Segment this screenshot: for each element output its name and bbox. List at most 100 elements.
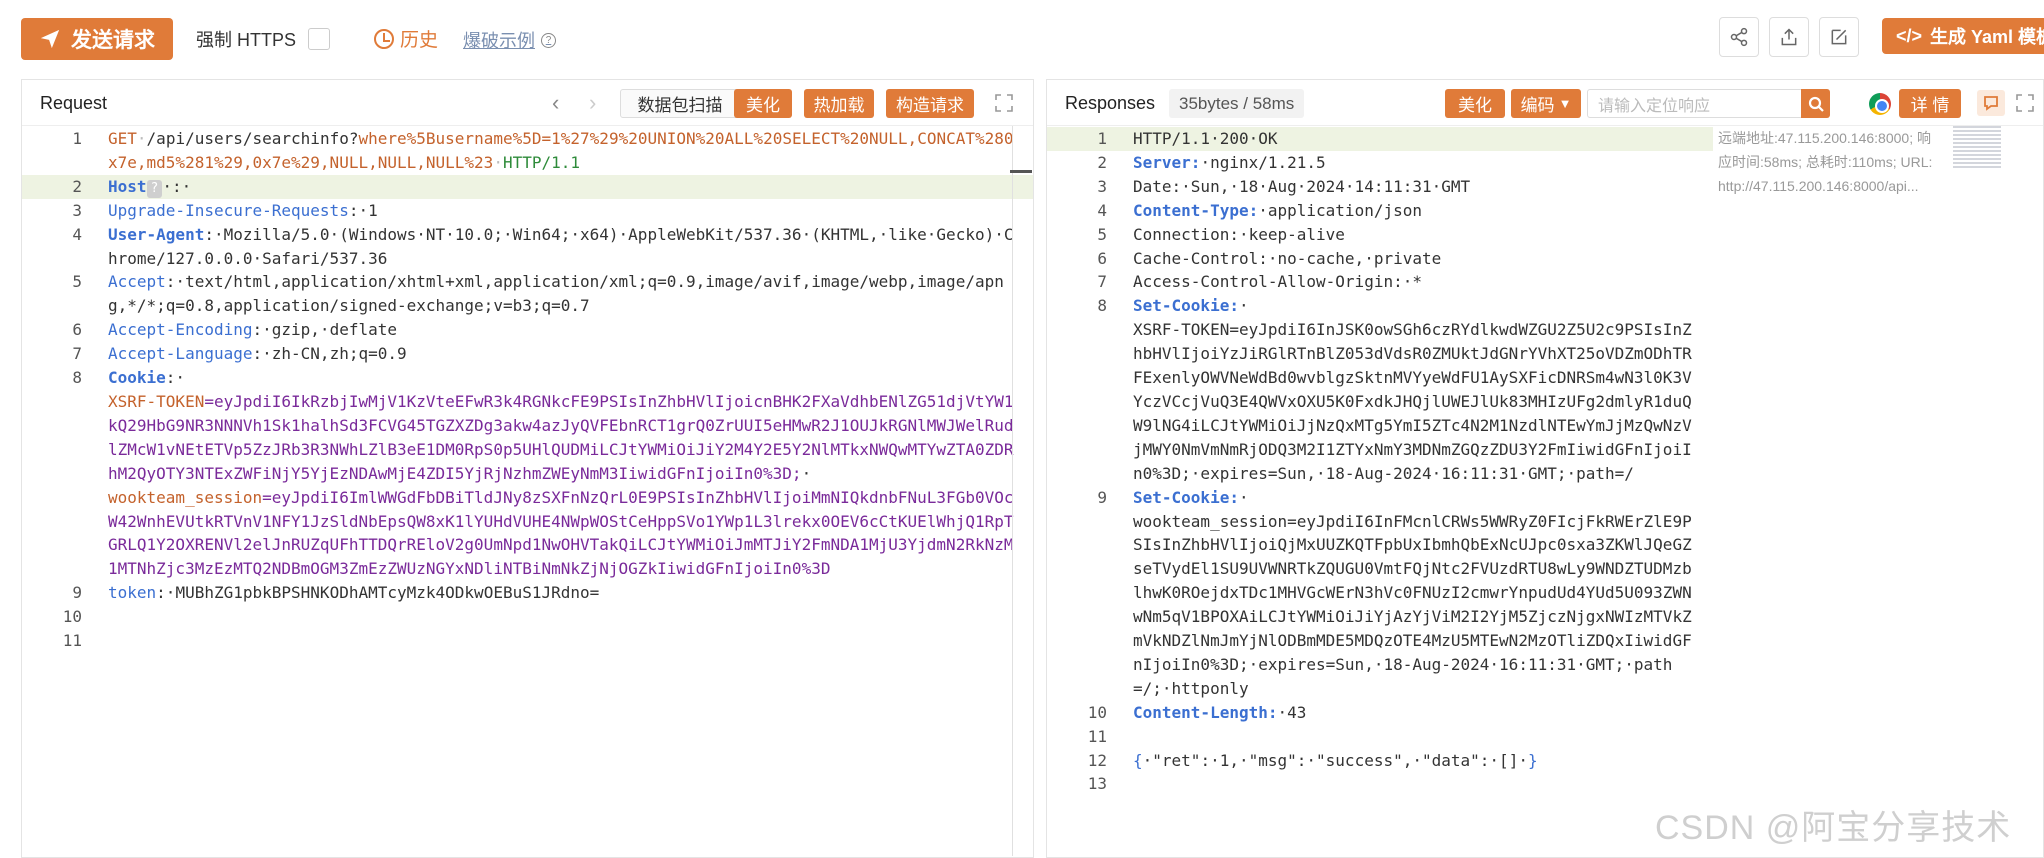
request-code-line[interactable]: 2 Host? ·:·	[22, 174, 1033, 199]
request-scrollbar-track[interactable]	[1012, 126, 1013, 856]
request-code-line[interactable]: 10	[22, 605, 1033, 629]
request-beautify-button[interactable]: 美化	[734, 89, 792, 118]
response-beautify-button[interactable]: 美化	[1445, 89, 1505, 118]
response-code-line[interactable]: 13	[1047, 772, 1713, 796]
detail-button[interactable]: 详 情	[1899, 89, 1961, 118]
watermark: CSDN @阿宝分享技术	[1655, 809, 2012, 847]
response-minimap[interactable]	[1953, 126, 2001, 170]
line-content: GET·/api/users/searchinfo?where%5Buserna…	[108, 127, 1033, 175]
request-code-line[interactable]: 11	[22, 629, 1033, 653]
send-request-button[interactable]: 发送请求	[21, 18, 173, 60]
request-code-line[interactable]: 4 User-Agent:·Mozilla/5.0·(Windows·NT·10.…	[22, 223, 1033, 271]
expand-request-button[interactable]	[994, 93, 1014, 113]
code-token: /api/users/searchinfo?	[146, 129, 359, 148]
code-token: ·	[801, 463, 812, 483]
code-token: Cookie	[108, 368, 166, 388]
force-https-label: 强制 HTTPS	[196, 30, 297, 50]
response-code-line[interactable]: 5 Connection:·keep-alive	[1047, 223, 1713, 247]
comment-button[interactable]	[1977, 90, 2005, 116]
code-token: Content-Type:	[1133, 200, 1259, 220]
code-token: }	[1527, 750, 1538, 770]
request-scrollbar-thumb[interactable]	[1010, 170, 1032, 173]
line-content: Cache-Control:·no-cache,·private	[1133, 247, 1713, 271]
request-code-line[interactable]: 7 Accept-Language:·zh-CN,zh;q=0.9	[22, 342, 1033, 366]
line-number: 11	[1087, 726, 1107, 746]
line-number: 4	[1097, 200, 1107, 220]
response-code-line[interactable]: 8 Set-Cookie:· XSRF-TOKEN=eyJpdiI6InJSK0o…	[1047, 294, 1713, 485]
generate-yaml-button[interactable]: </> 生成 Yaml 模板	[1882, 18, 2044, 54]
line-number: 3	[1097, 176, 1107, 196]
line-number: 7	[1097, 272, 1107, 292]
force-https-toggle[interactable]: 强制 HTTPS	[196, 26, 331, 52]
hot-load-button[interactable]: 热加载	[804, 89, 874, 118]
response-code-line[interactable]: 12 {·"ret":·1,·"msg":·"success",·"data":·…	[1047, 749, 1713, 773]
chevron-left-icon[interactable]: ‹	[552, 90, 559, 116]
response-code-line[interactable]: 11	[1047, 725, 1713, 749]
code-token: ·:·	[162, 176, 192, 196]
code-token: Accept	[108, 272, 166, 292]
request-code-line[interactable]: 6 Accept-Encoding:·gzip,·deflate	[22, 318, 1033, 342]
code-token: ·43	[1277, 702, 1307, 722]
locate-response-input[interactable]: 请输入定位响应	[1587, 89, 1803, 118]
response-code-line[interactable]: 9 Set-Cookie:· wookteam_session=eyJpdiI6I…	[1047, 486, 1713, 701]
edit-icon	[1831, 29, 1847, 45]
response-code-line[interactable]: 6 Cache-Control:·no-cache,·private	[1047, 247, 1713, 271]
request-code-line[interactable]: 5 Accept:·text/html,application/xhtml+xml…	[22, 270, 1033, 318]
response-code-line[interactable]: 1 HTTP/1.1·200·OK	[1047, 127, 1713, 151]
response-editor[interactable]: 1 HTTP/1.1·200·OK 2 Server:·nginx/1.21.5 3 Da…	[1047, 127, 1713, 857]
line-number: 8	[72, 368, 82, 388]
line-content: Connection:·keep-alive	[1133, 223, 1713, 247]
response-code-line[interactable]: 4 Content-Type:·application/json	[1047, 199, 1713, 223]
share-button[interactable]	[1719, 17, 1759, 57]
line-content: HTTP/1.1·200·OK	[1133, 127, 1713, 151]
code-token: Cache-Control:·no-cache,·private	[1133, 248, 1442, 268]
line-number: 11	[62, 631, 82, 651]
response-code-line[interactable]: 10 Content-Length:·43	[1047, 701, 1713, 725]
code-token: HTTP/1.1	[502, 152, 581, 172]
export-button[interactable]	[1769, 17, 1809, 57]
line-number: 6	[1097, 248, 1107, 268]
help-icon[interactable]: ?	[541, 32, 556, 48]
request-panel-title: Request	[40, 93, 108, 113]
encoding-dropdown[interactable]: 编码 ▼	[1511, 89, 1581, 118]
response-code-line[interactable]: 7 Access-Control-Allow-Origin:·*	[1047, 270, 1713, 294]
request-code-line[interactable]: 9 token:·MUBhZG1pbkBPSHNKODhAMTcyMzk4ODkw…	[22, 581, 1033, 605]
line-content	[108, 605, 1033, 629]
chrome-icon[interactable]	[1869, 93, 1891, 115]
history-label: 历史	[400, 30, 439, 51]
locate-search-button[interactable]	[1801, 89, 1830, 118]
request-code-line[interactable]: 8 Cookie:· XSRF-TOKEN=eyJpdiI6IkRzbjIwMjV…	[22, 366, 1033, 581]
code-token: ·"ret":·1,·"msg":·"success",·"data":·[]·	[1142, 750, 1528, 770]
line-content: Cookie:· XSRF-TOKEN=eyJpdiI6IkRzbjIwMjV1…	[108, 366, 1033, 581]
explosion-example-link[interactable]: 爆破示例 ?	[463, 27, 556, 53]
line-content: Set-Cookie:· wookteam_session=eyJpdiI6In…	[1133, 486, 1713, 701]
code-token: ·nginx/1.21.5	[1200, 152, 1326, 172]
response-size-badge: 35bytes / 58ms	[1169, 89, 1305, 118]
construct-request-button[interactable]: 构造请求	[886, 89, 974, 118]
generate-yaml-label: 生成 Yaml 模板	[1930, 27, 2044, 47]
line-number: 6	[72, 320, 82, 340]
code-token: where%5Busername%5D	[358, 129, 542, 148]
request-editor[interactable]: 1 GET·/api/users/searchinfo?where%5Busern…	[22, 127, 1033, 857]
code-token: ·	[136, 129, 147, 148]
request-code-line[interactable]: 3 Upgrade-Insecure-Requests:·1	[22, 199, 1033, 223]
code-token: {	[1133, 750, 1143, 770]
expand-response-button[interactable]	[2015, 93, 2035, 113]
request-code-line[interactable]: 1 GET·/api/users/searchinfo?where%5Busern…	[22, 127, 1033, 175]
line-content: Set-Cookie:· XSRF-TOKEN=eyJpdiI6InJSK0ow…	[1133, 294, 1713, 485]
line-content: User-Agent:·Mozilla/5.0·(Windows·NT·10.0…	[108, 223, 1033, 271]
line-content: Host? ·:·	[108, 175, 1033, 199]
response-code-line[interactable]: 3 Date:·Sun,·18·Aug·2024·14:11:31·GMT	[1047, 175, 1713, 199]
encoding-label: 编码	[1520, 96, 1555, 115]
top-toolbar: 发送请求 强制 HTTPS 历史 爆破示例 ? </> 生成 Yaml 模板	[0, 0, 2044, 76]
edit-button[interactable]	[1819, 17, 1859, 57]
history-button[interactable]: 历史	[374, 25, 438, 52]
code-token: Connection:·keep-alive	[1133, 224, 1345, 244]
response-code-line[interactable]: 2 Server:·nginx/1.21.5	[1047, 151, 1713, 175]
response-meta-info: 远端地址:47.115.200.146:8000; 响应时间:58ms; 总耗时…	[1718, 130, 1933, 194]
force-https-checkbox[interactable]	[308, 28, 331, 50]
packet-scan-button[interactable]: 数据包扫描	[620, 89, 740, 118]
line-content: Accept:·text/html,application/xhtml+xml,…	[108, 270, 1033, 318]
code-token: :·	[165, 368, 186, 388]
chevron-right-icon[interactable]: ›	[589, 90, 596, 116]
